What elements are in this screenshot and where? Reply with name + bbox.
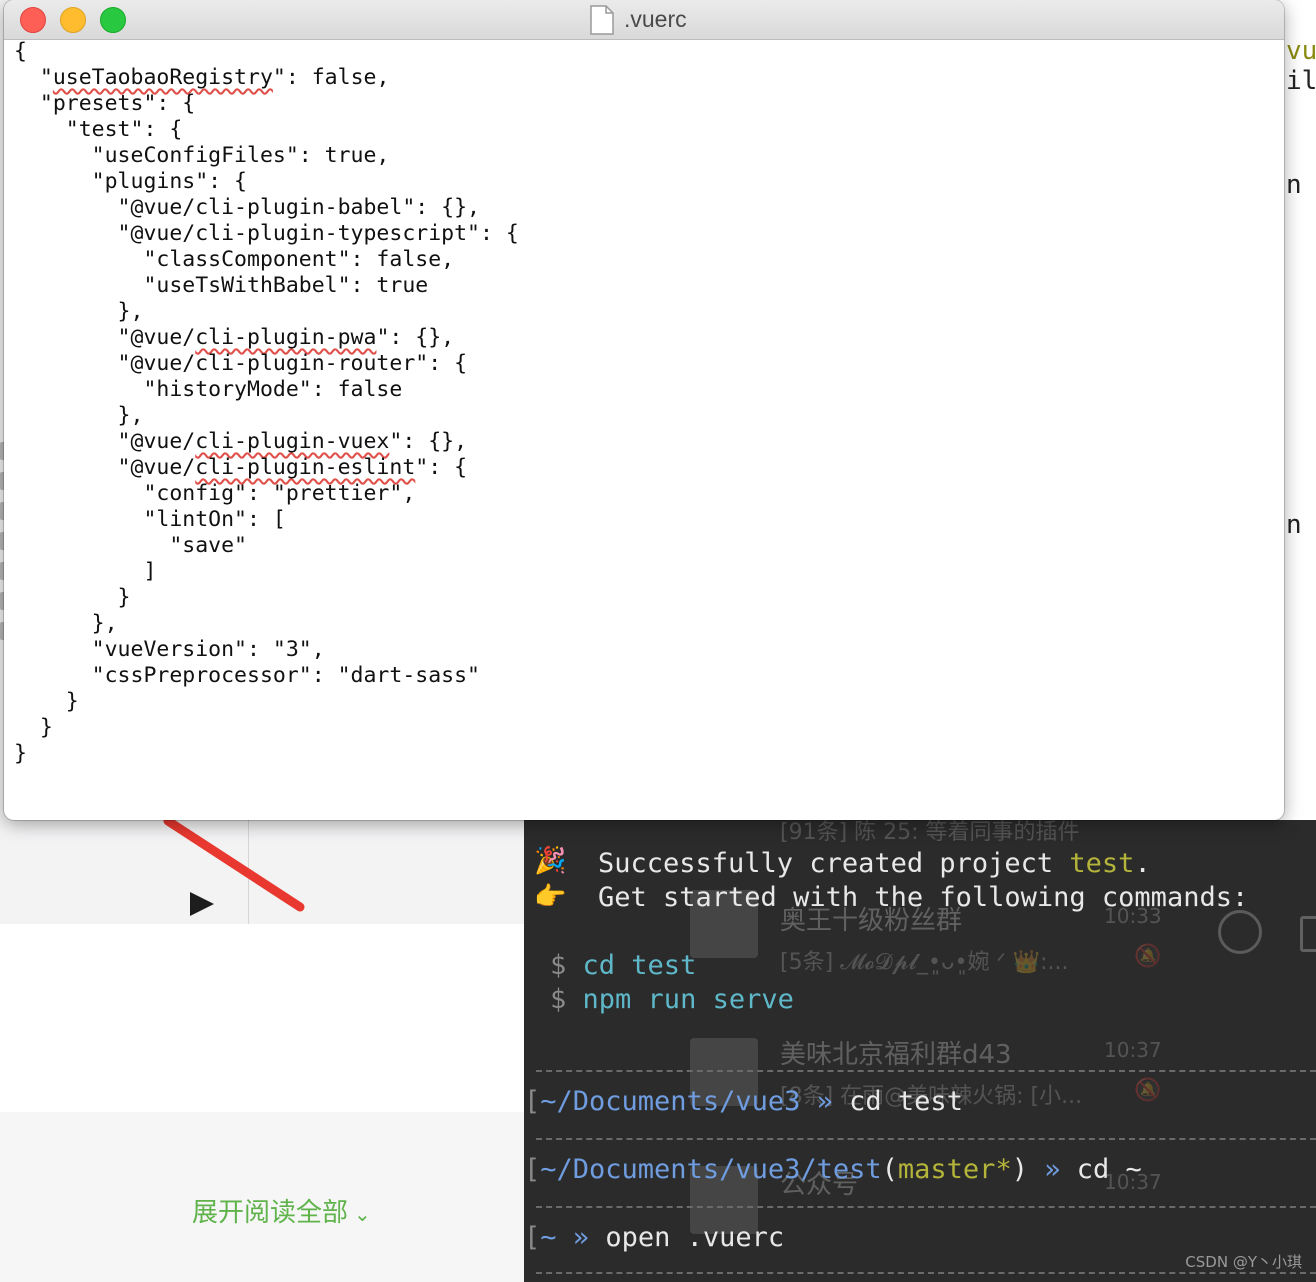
prompt-separator bbox=[536, 1138, 1316, 1140]
document-line: "useTsWithBabel": true bbox=[14, 273, 429, 298]
document-line: "useTaobaoRegistry": false, bbox=[14, 65, 390, 90]
folder-icon bbox=[1300, 916, 1316, 952]
success-message: Successfully created project test. bbox=[598, 848, 1151, 879]
document-line: }, bbox=[14, 299, 144, 324]
window-titlebar[interactable]: .vuerc bbox=[4, 0, 1284, 40]
document-line: "plugins": { bbox=[14, 169, 247, 194]
terminal-window[interactable]: [91条] 陈 25: 等着同事的插件 奥王十级粉丝群 10:33 [5条] 𝓜… bbox=[524, 820, 1316, 1282]
prompt-command: cd test bbox=[849, 1086, 963, 1117]
document-line: }, bbox=[14, 611, 118, 636]
chat-title: 美味北京福利群d43 bbox=[780, 1040, 1012, 1070]
document-line: "save" bbox=[14, 533, 247, 558]
emoji-icon bbox=[1218, 910, 1262, 954]
watermark: CSDN @Y丶小琪 bbox=[1185, 1253, 1302, 1271]
party-popper-icon: 🎉 bbox=[534, 846, 567, 876]
document-line: "@vue/cli-plugin-babel": {}, bbox=[14, 195, 480, 220]
pointing-hand-icon: 👉 bbox=[534, 882, 567, 912]
branch-paren: ) bbox=[1011, 1154, 1028, 1185]
dollar-sign: $ bbox=[550, 984, 567, 1015]
mute-bell-icon: 🔕 bbox=[1134, 1078, 1162, 1103]
get-started-message: Get started with the following commands: bbox=[598, 882, 1249, 913]
command-npm-serve: npm run serve bbox=[582, 984, 794, 1015]
document-line: "test": { bbox=[14, 117, 183, 142]
chat-time: 10:37 bbox=[1104, 1038, 1162, 1062]
success-text: Successfully created project bbox=[598, 848, 1070, 879]
command-line: $ cd test bbox=[550, 950, 696, 981]
prompt-command: open .vuerc bbox=[605, 1222, 785, 1253]
prompt-path: ~ bbox=[540, 1222, 557, 1253]
minimize-button[interactable] bbox=[60, 7, 86, 33]
document-line: "presets": { bbox=[14, 91, 196, 116]
prompt-separator bbox=[536, 1272, 1316, 1274]
close-button[interactable] bbox=[20, 7, 46, 33]
background-code-fragment: il bbox=[1286, 66, 1316, 96]
background-code-fragment: n bbox=[1286, 170, 1302, 200]
git-branch: master bbox=[897, 1154, 996, 1185]
git-dirty-marker: * bbox=[995, 1154, 1012, 1185]
document-line: "@vue/cli-plugin-pwa": {}, bbox=[14, 325, 455, 350]
textedit-window[interactable]: .vuerc { "useTaobaoRegistry": false, "pr… bbox=[4, 0, 1284, 820]
mute-bell-icon: 🔕 bbox=[1134, 944, 1162, 969]
maximize-button[interactable] bbox=[100, 7, 126, 33]
prompt-arrow: » bbox=[1044, 1154, 1061, 1185]
document-icon bbox=[590, 5, 614, 35]
document-line: "historyMode": false bbox=[14, 377, 403, 402]
shell-prompt: [~/Documents/vue3 » cd test bbox=[524, 1086, 963, 1117]
document-line: } bbox=[14, 741, 27, 766]
document-line: }, bbox=[14, 403, 144, 428]
document-line: "@vue/cli-plugin-eslint": { bbox=[14, 455, 468, 480]
document-line: } bbox=[14, 689, 79, 714]
prompt-bracket: [ bbox=[524, 1086, 541, 1117]
background-editor-strip bbox=[1284, 0, 1316, 824]
document-line: "@vue/cli-plugin-typescript": { bbox=[14, 221, 519, 246]
prompt-path: ~/Documents/vue3/test bbox=[540, 1154, 882, 1185]
success-suffix: . bbox=[1134, 848, 1151, 879]
background-page-middle bbox=[0, 924, 524, 1112]
expand-read-all-link[interactable]: 展开阅读全部 ⌄ bbox=[192, 1192, 371, 1229]
document-line: "vueVersion": "3", bbox=[14, 637, 325, 662]
document-line: ] bbox=[14, 559, 157, 584]
document-line: "lintOn": [ bbox=[14, 507, 286, 532]
background-code-fragment: n bbox=[1286, 510, 1302, 540]
prompt-bracket: [ bbox=[524, 1222, 541, 1253]
prompt-separator bbox=[536, 1070, 1316, 1072]
shell-prompt: [~ » open .vuerc bbox=[524, 1222, 784, 1253]
document-text-area[interactable]: { "useTaobaoRegistry": false, "presets":… bbox=[14, 39, 1264, 809]
prompt-command: cd ~ bbox=[1076, 1154, 1142, 1185]
expand-read-all-label: 展开阅读全部 bbox=[192, 1198, 349, 1228]
prompt-bracket: [ bbox=[524, 1154, 541, 1185]
shell-prompt: [~/Documents/vue3/test(master*) » cd ~ bbox=[524, 1154, 1142, 1185]
project-name: test bbox=[1069, 848, 1135, 879]
window-title: .vuerc bbox=[624, 6, 687, 32]
document-line: "@vue/cli-plugin-vuex": {}, bbox=[14, 429, 468, 454]
play-icon[interactable] bbox=[188, 890, 218, 920]
command-cd-test: cd test bbox=[582, 950, 697, 981]
document-line: "cssPreprocessor": "dart-sass" bbox=[14, 663, 480, 688]
chat-preview: [91条] 陈 25: 等着同事的插件 bbox=[780, 820, 1080, 845]
prompt-path: ~/Documents/vue3 bbox=[540, 1086, 801, 1117]
document-line: "config": "prettier", bbox=[14, 481, 416, 506]
dollar-sign: $ bbox=[550, 950, 567, 981]
prompt-separator bbox=[536, 1206, 1316, 1208]
document-line: } bbox=[14, 715, 53, 740]
document-line: } bbox=[14, 585, 131, 610]
prompt-arrow: » bbox=[572, 1222, 590, 1253]
red-arrow-icon bbox=[163, 816, 305, 912]
chevron-down-icon: ⌄ bbox=[354, 1202, 371, 1226]
document-line: { bbox=[14, 39, 27, 64]
document-line: "classComponent": false, bbox=[14, 247, 455, 272]
document-line: "@vue/cli-plugin-router": { bbox=[14, 351, 468, 376]
document-line: "useConfigFiles": true, bbox=[14, 143, 390, 168]
chat-preview: [5条] 𝓜𝓸𝓓𝓹𝓵_•͈ᴗ•͈婉 ᐟ 👑:... bbox=[780, 950, 1069, 975]
branch-paren: ( bbox=[881, 1154, 898, 1185]
background-code-fragment: vu bbox=[1286, 36, 1316, 66]
prompt-arrow: » bbox=[816, 1086, 833, 1117]
command-line: $ npm run serve bbox=[550, 984, 794, 1015]
